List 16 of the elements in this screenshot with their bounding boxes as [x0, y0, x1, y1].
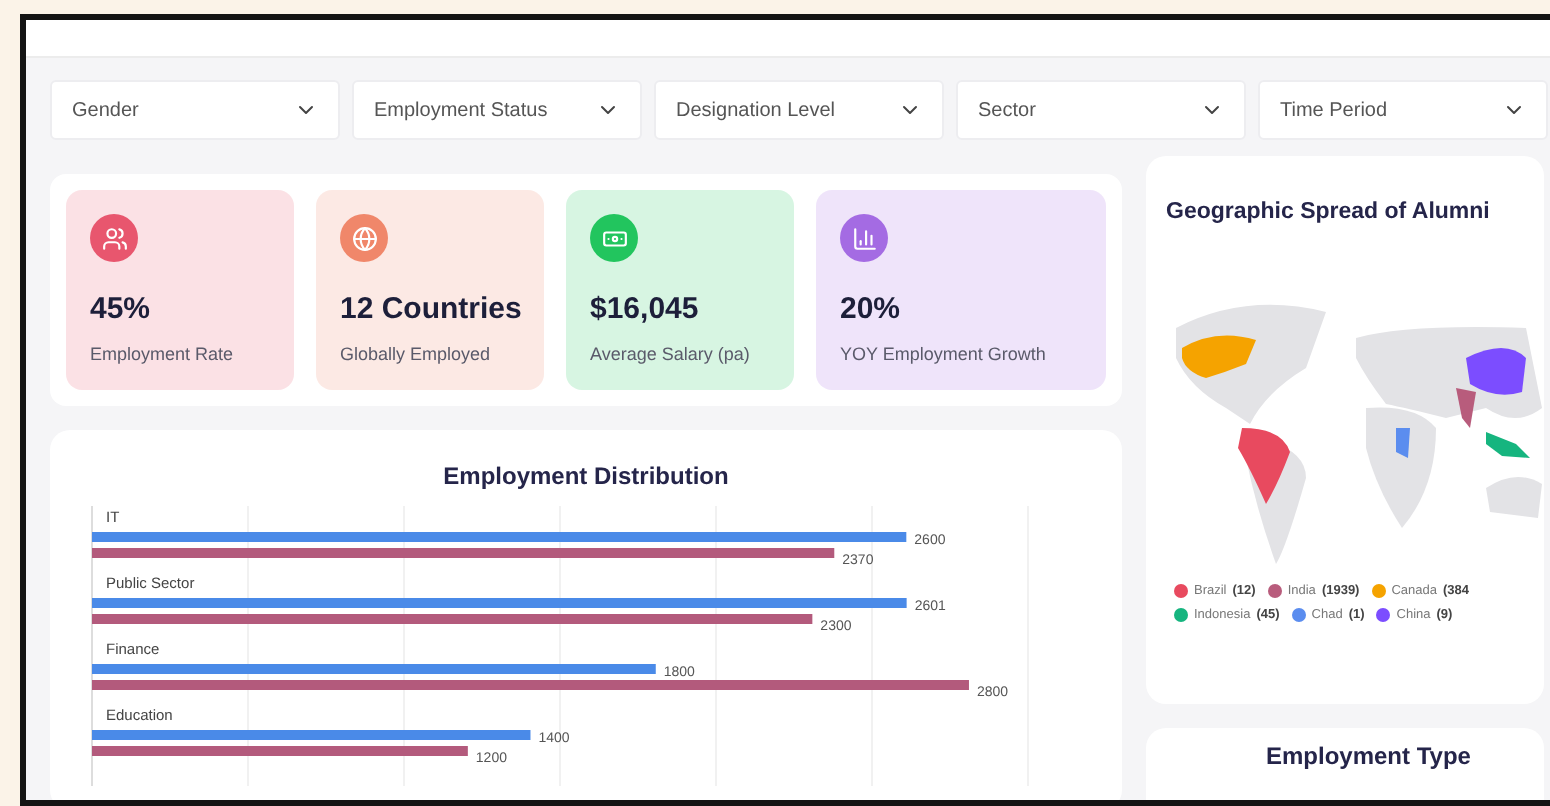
kpi-value: 12 Countries	[340, 292, 520, 326]
kpi-value: 20%	[840, 292, 903, 326]
kpi-label: Globally Employed	[340, 344, 493, 364]
kpi-label: YOY Employment Growth	[840, 344, 1048, 364]
card-title: Employment Type	[1264, 742, 1473, 770]
kpi-value: 45%	[90, 292, 153, 326]
map-title: Geographic Spread of Alumni	[1166, 200, 1492, 224]
filter-dropdown[interactable]: Sector	[956, 80, 1246, 140]
filter-dropdown[interactable]: Designation Level	[654, 80, 944, 140]
filter-dropdown[interactable]: Gender	[50, 80, 340, 140]
chart-title: Employment Distribution	[441, 462, 731, 490]
kpi-value: $16,045	[590, 292, 701, 326]
kpi-label: Employment Rate	[90, 344, 236, 364]
filter-dropdown[interactable]: Time Period	[1258, 80, 1548, 140]
kpi-label: Average Salary (pa)	[590, 344, 752, 364]
filter-dropdown[interactable]: Employment Status	[352, 80, 642, 140]
